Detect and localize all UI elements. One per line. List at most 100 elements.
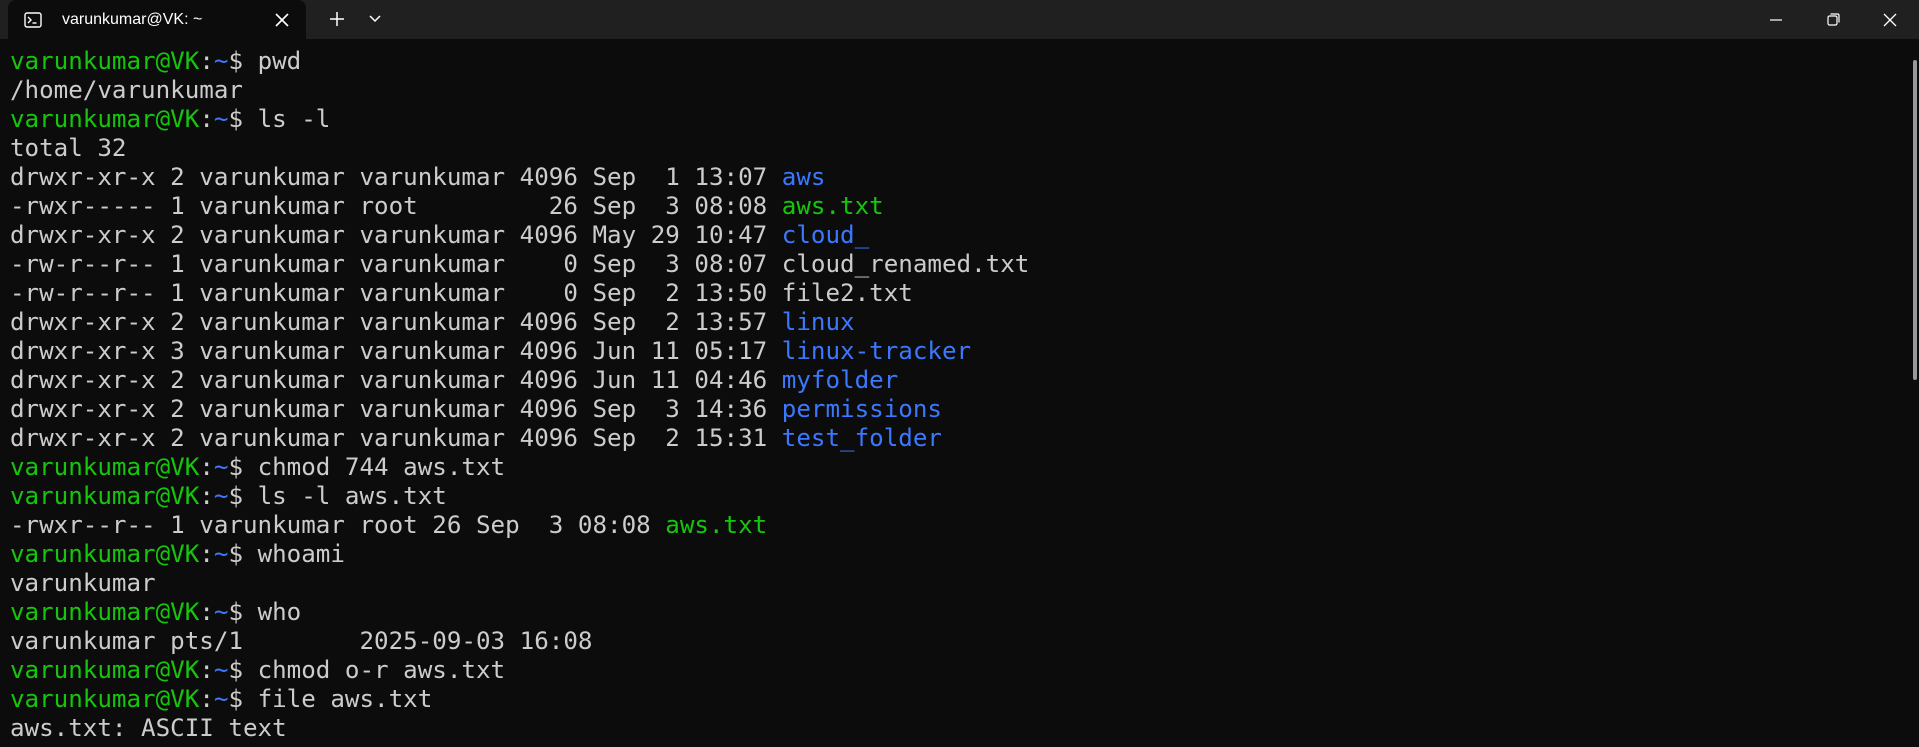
close-icon	[1883, 13, 1897, 26]
output-text: total 32	[10, 134, 127, 162]
prompt-separator: :	[199, 540, 214, 568]
command-text: chmod 744 aws.txt	[257, 453, 506, 481]
output-text: /home/varunkumar	[10, 76, 243, 104]
command-text: who	[257, 598, 302, 626]
file-metadata: -rw-r--r-- 1 varunkumar varunkumar 0 Sep…	[10, 250, 782, 278]
terminal-line: -rw-r--r-- 1 varunkumar varunkumar 0 Sep…	[10, 279, 1900, 308]
prompt-user: varunkumar@VK	[10, 685, 200, 713]
terminal-line: -rwxr--r-- 1 varunkumar root 26 Sep 3 08…	[10, 511, 1900, 540]
prompt-separator: :	[199, 598, 214, 626]
terminal-line: drwxr-xr-x 3 varunkumar varunkumar 4096 …	[10, 337, 1900, 366]
title-bar: varunkumar@VK: ~	[0, 0, 1919, 39]
terminal-tab[interactable]: varunkumar@VK: ~	[8, 0, 306, 39]
file-name: myfolder	[781, 366, 899, 394]
file-metadata: -rwxr----- 1 varunkumar root 26 Sep 3 08…	[10, 192, 782, 220]
file-name: test_folder	[781, 424, 942, 452]
prompt-symbol: $	[228, 105, 258, 133]
terminal-line: total 32	[10, 134, 1900, 163]
terminal-line: drwxr-xr-x 2 varunkumar varunkumar 4096 …	[10, 424, 1900, 453]
command-text: file aws.txt	[257, 685, 433, 713]
prompt-path: ~	[213, 105, 229, 133]
file-metadata: drwxr-xr-x 2 varunkumar varunkumar 4096 …	[10, 163, 782, 191]
command-text: ls -l aws.txt	[257, 482, 447, 510]
prompt-symbol: $	[228, 540, 258, 568]
terminal-line: varunkumar	[10, 569, 1900, 598]
terminal-line: varunkumar@VK:~$ ls -l aws.txt	[10, 482, 1900, 511]
file-metadata: -rwxr--r-- 1 varunkumar root 26 Sep 3 08…	[10, 511, 666, 539]
minimize-icon	[1770, 18, 1782, 21]
file-metadata: drwxr-xr-x 2 varunkumar varunkumar 4096 …	[10, 221, 782, 249]
file-metadata: -rw-r--r-- 1 varunkumar varunkumar 0 Sep…	[10, 279, 782, 307]
terminal-line: drwxr-xr-x 2 varunkumar varunkumar 4096 …	[10, 366, 1900, 395]
prompt-symbol: $	[228, 482, 258, 510]
prompt-user: varunkumar@VK	[10, 598, 200, 626]
output-text: aws.txt: ASCII text	[10, 714, 287, 742]
file-name: file2.txt	[781, 279, 913, 307]
terminal-line: varunkumar@VK:~$ file aws.txt	[10, 685, 1900, 714]
terminal-line: varunkumar@VK:~$ who	[10, 598, 1900, 627]
restore-icon	[1826, 13, 1840, 26]
terminal-line: drwxr-xr-x 2 varunkumar varunkumar 4096 …	[10, 395, 1900, 424]
close-icon	[275, 13, 289, 27]
command-text: ls -l	[257, 105, 331, 133]
file-name: linux-tracker	[781, 337, 972, 365]
file-name: cloud_	[781, 221, 870, 249]
prompt-symbol: $	[228, 453, 258, 481]
file-name: cloud_renamed.txt	[781, 250, 1030, 278]
file-name: aws.txt	[665, 511, 768, 539]
file-metadata: drwxr-xr-x 3 varunkumar varunkumar 4096 …	[10, 337, 782, 365]
terminal-line: /home/varunkumar	[10, 76, 1900, 105]
close-window-button[interactable]	[1862, 0, 1918, 39]
minimize-button[interactable]	[1748, 0, 1804, 39]
output-text: varunkumar pts/1 2025-09-03 16:08	[10, 627, 593, 655]
terminal-line: varunkumar@VK:~$ pwd	[10, 47, 1900, 76]
terminal-line: -rw-r--r-- 1 varunkumar varunkumar 0 Sep…	[10, 250, 1900, 279]
file-metadata: drwxr-xr-x 2 varunkumar varunkumar 4096 …	[10, 395, 782, 423]
prompt-separator: :	[199, 656, 214, 684]
command-text: chmod o-r aws.txt	[257, 656, 506, 684]
terminal-line: -rwxr----- 1 varunkumar root 26 Sep 3 08…	[10, 192, 1900, 221]
terminal-line: aws.txt: ASCII text	[10, 714, 1900, 743]
tab-dropdown-button[interactable]	[361, 6, 389, 32]
prompt-separator: :	[199, 685, 214, 713]
file-name: aws.txt	[781, 192, 884, 220]
terminal-output[interactable]: varunkumar@VK:~$ pwd/home/varunkumar varu…	[10, 47, 1900, 747]
prompt-symbol: $	[228, 47, 258, 75]
file-metadata: drwxr-xr-x 2 varunkumar varunkumar 4096 …	[10, 424, 782, 452]
close-tab-button[interactable]	[272, 10, 292, 30]
prompt-separator: :	[199, 482, 214, 510]
prompt-user: varunkumar@VK	[10, 453, 200, 481]
terminal-line: varunkumar@VK:~$ ls -l	[10, 105, 1900, 134]
scrollbar[interactable]	[1913, 60, 1917, 380]
prompt-user: varunkumar@VK	[10, 656, 200, 684]
prompt-user: varunkumar@VK	[10, 47, 200, 75]
restore-button[interactable]	[1805, 0, 1861, 39]
file-name: permissions	[781, 395, 942, 423]
prompt-path: ~	[213, 656, 229, 684]
terminal-line: varunkumar@VK:~$ chmod o-r aws.txt	[10, 656, 1900, 685]
new-tab-button[interactable]	[323, 6, 351, 32]
terminal-line: varunkumar@VK:~$ whoami	[10, 540, 1900, 569]
file-metadata: drwxr-xr-x 2 varunkumar varunkumar 4096 …	[10, 308, 782, 336]
prompt-symbol: $	[228, 598, 258, 626]
prompt-symbol: $	[228, 656, 258, 684]
prompt-path: ~	[213, 540, 229, 568]
terminal-line: drwxr-xr-x 2 varunkumar varunkumar 4096 …	[10, 221, 1900, 250]
prompt-path: ~	[213, 453, 229, 481]
file-metadata: drwxr-xr-x 2 varunkumar varunkumar 4096 …	[10, 366, 782, 394]
terminal-line: drwxr-xr-x 2 varunkumar varunkumar 4096 …	[10, 163, 1900, 192]
terminal-line: varunkumar@VK:~$ chmod 744 aws.txt	[10, 453, 1900, 482]
prompt-path: ~	[213, 685, 229, 713]
prompt-separator: :	[199, 47, 214, 75]
terminal-icon	[24, 11, 42, 29]
command-text: pwd	[257, 47, 302, 75]
prompt-user: varunkumar@VK	[10, 482, 200, 510]
terminal-window: varunkumar@VK: ~ varunkumar@VK:~$ pwd /h…	[0, 0, 1919, 747]
prompt-user: varunkumar@VK	[10, 540, 200, 568]
file-name: linux	[781, 308, 855, 336]
file-name: aws	[781, 163, 826, 191]
terminal-line: drwxr-xr-x 2 varunkumar varunkumar 4096 …	[10, 308, 1900, 337]
prompt-separator: :	[199, 453, 214, 481]
prompt-path: ~	[213, 47, 229, 75]
command-text: whoami	[257, 540, 345, 568]
